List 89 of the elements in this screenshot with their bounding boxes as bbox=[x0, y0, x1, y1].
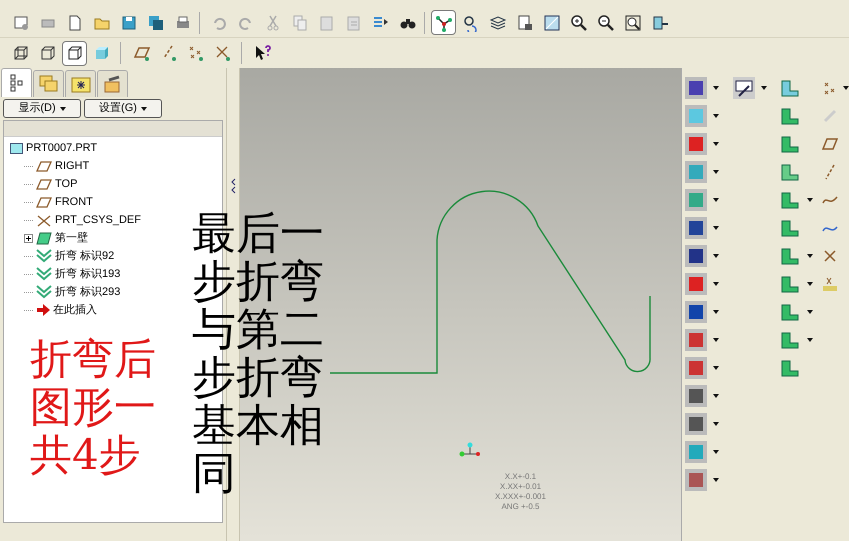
coordinate-system-icon bbox=[36, 214, 52, 226]
caret-icon[interactable] bbox=[713, 86, 719, 90]
caret-icon[interactable] bbox=[713, 142, 719, 146]
collapse-arrow-icon[interactable] bbox=[230, 178, 236, 194]
annotation-text: 步折弯 bbox=[192, 258, 324, 306]
caret-icon[interactable] bbox=[713, 394, 719, 398]
expand-toggle[interactable] bbox=[24, 234, 33, 242]
part-icon bbox=[10, 142, 23, 154]
caret-icon[interactable] bbox=[713, 450, 719, 454]
panel-tab[interactable] bbox=[65, 70, 96, 97]
plane-icon bbox=[36, 160, 52, 172]
spin-arrows-icon bbox=[462, 14, 480, 32]
tree-item[interactable]: 在此插入 bbox=[53, 302, 97, 318]
zoom-fit-icon bbox=[624, 14, 642, 32]
caret-icon[interactable] bbox=[713, 282, 719, 286]
annotation-text: 同 bbox=[192, 450, 237, 498]
zoom-in-icon bbox=[570, 14, 588, 32]
caret-icon[interactable] bbox=[807, 198, 813, 202]
caret-icon bbox=[60, 106, 66, 110]
caret-icon[interactable] bbox=[807, 282, 813, 286]
toolbox-icon bbox=[102, 75, 122, 93]
tree-item[interactable]: PRT0007.PRT bbox=[26, 140, 98, 156]
image-frame-icon bbox=[542, 14, 560, 32]
wall-icon bbox=[36, 232, 52, 244]
help-pointer-icon bbox=[254, 44, 272, 62]
annotation-text: 与第二 bbox=[192, 306, 324, 354]
save-icon bbox=[120, 14, 138, 32]
caret-icon[interactable] bbox=[761, 86, 767, 90]
caret-icon[interactable] bbox=[807, 310, 813, 314]
layers-icon bbox=[488, 14, 506, 32]
cube-arrow-icon bbox=[650, 14, 668, 32]
caret-icon[interactable] bbox=[713, 366, 719, 370]
caret-icon[interactable] bbox=[807, 338, 813, 342]
sketch-pencil-icon[interactable] bbox=[733, 77, 755, 99]
caret-icon[interactable] bbox=[713, 170, 719, 174]
cube-icon bbox=[66, 44, 84, 62]
plane-icon bbox=[36, 178, 52, 190]
arrow-icon bbox=[36, 304, 50, 316]
caret-icon[interactable] bbox=[713, 114, 719, 118]
datum-point-icon[interactable] bbox=[821, 275, 839, 293]
cube-button[interactable] bbox=[62, 40, 87, 66]
caret-icon[interactable] bbox=[843, 86, 849, 90]
tolerance-text: X.XX+-0.01 bbox=[500, 482, 542, 492]
panel-tab[interactable] bbox=[97, 70, 128, 97]
new-window-icon bbox=[12, 14, 30, 32]
caret-icon[interactable] bbox=[807, 254, 813, 258]
coordinate-system-icon bbox=[214, 44, 232, 62]
plane-icon bbox=[36, 196, 52, 208]
annotation-text: 折弯后 bbox=[30, 335, 156, 383]
tree-item[interactable]: RIGHT bbox=[55, 158, 90, 174]
tree-item[interactable]: PRT_CSYS_DEF bbox=[55, 212, 141, 228]
hidden-line-cube-icon bbox=[38, 44, 56, 62]
copy-icon bbox=[290, 14, 308, 32]
clipboard-icon bbox=[318, 14, 336, 32]
tree-item[interactable]: FRONT bbox=[55, 194, 93, 210]
node-tree-icon bbox=[434, 14, 452, 32]
caret-icon[interactable] bbox=[713, 310, 719, 314]
folders-icon bbox=[38, 75, 58, 93]
annotation-text: 图形一 bbox=[30, 383, 156, 431]
tolerance-text: X.XXX+-0.001 bbox=[495, 492, 546, 502]
annotation-text: 共4步 bbox=[30, 431, 142, 479]
caret-icon[interactable] bbox=[713, 478, 719, 482]
annotation-text: 最后一 bbox=[192, 210, 324, 258]
tree-item[interactable]: 折弯 标识293 bbox=[55, 284, 120, 300]
points-icon bbox=[186, 44, 204, 62]
tree-item[interactable]: 折弯 标识92 bbox=[55, 248, 114, 264]
tree-item[interactable]: 第一壁 bbox=[55, 230, 88, 246]
tree-item[interactable]: 折弯 标识193 bbox=[55, 266, 120, 282]
annotation-text: 步折弯 bbox=[192, 354, 324, 402]
caret-icon[interactable] bbox=[713, 422, 719, 426]
panel-tab[interactable] bbox=[1, 68, 32, 97]
node-tree-button[interactable] bbox=[431, 10, 456, 35]
dropdown-button[interactable]: 设置(G) bbox=[84, 99, 162, 118]
caret-icon[interactable] bbox=[713, 254, 719, 258]
wireframe-cube-icon bbox=[12, 44, 30, 62]
save-copy-icon bbox=[146, 14, 164, 32]
tree-icon bbox=[10, 74, 24, 92]
tolerance-text: X.X+-0.1 bbox=[504, 472, 536, 482]
annotation-text: 基本相 bbox=[192, 402, 324, 450]
zoom-out-icon bbox=[596, 14, 614, 32]
clipboard-icon bbox=[344, 14, 362, 32]
tree-item[interactable]: TOP bbox=[55, 176, 78, 192]
caret-icon[interactable] bbox=[713, 198, 719, 202]
dropdown-button[interactable]: 显示(D) bbox=[3, 99, 81, 118]
caret-icon bbox=[140, 106, 147, 110]
caret-icon[interactable] bbox=[713, 226, 719, 230]
tolerance-text: ANG +-0.5 bbox=[501, 502, 540, 512]
caret-icon[interactable] bbox=[713, 338, 719, 342]
star-folder-icon bbox=[70, 75, 90, 93]
